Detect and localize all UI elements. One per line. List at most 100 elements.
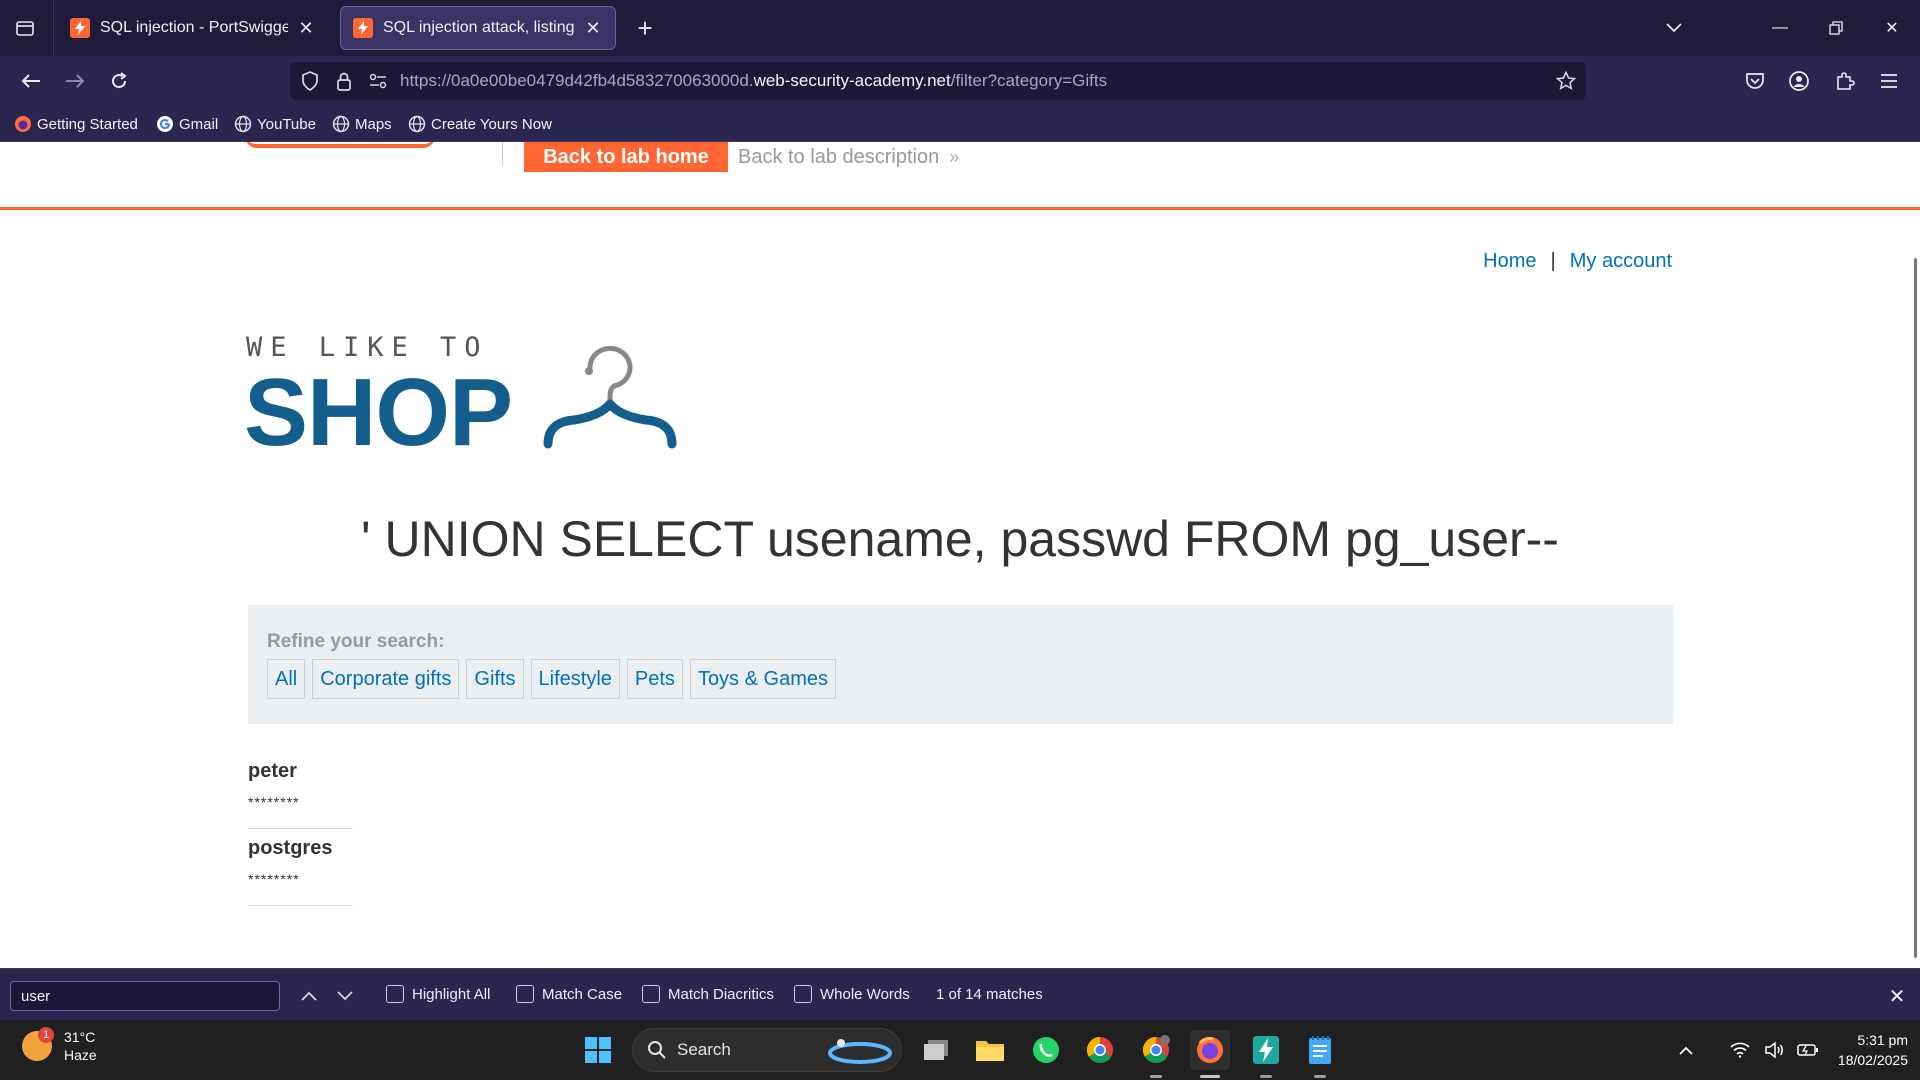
bookmark-gmail[interactable]: Gmail — [156, 112, 218, 136]
chevron-down-icon — [337, 991, 353, 1001]
globe-icon — [408, 115, 426, 133]
volume-icon[interactable] — [1760, 1036, 1788, 1064]
highlight-all-checkbox[interactable]: Highlight All — [386, 985, 490, 1003]
active-indicator — [1200, 1075, 1220, 1078]
chrome-icon — [1086, 1036, 1113, 1064]
shop-logo[interactable]: WE LIKE TO SHOP — [244, 332, 686, 466]
filter-gifts[interactable]: Gifts — [466, 659, 524, 699]
minimize-button[interactable]: — — [1752, 0, 1808, 56]
whatsapp-button[interactable] — [1026, 1030, 1066, 1070]
chevron-up-icon — [301, 991, 317, 1001]
option-label: Highlight All — [412, 985, 491, 1003]
back-to-lab-home-button[interactable]: Back to lab home — [524, 142, 728, 172]
taskbar-search[interactable]: Search — [632, 1028, 902, 1072]
back-to-lab-description-link[interactable]: Back to lab description » — [738, 143, 959, 171]
pocket-button[interactable] — [1738, 64, 1772, 98]
clock[interactable]: 5:31 pm 18/02/2025 — [1808, 1030, 1908, 1070]
back-button[interactable] — [14, 64, 48, 98]
lab-header: Back to lab home Back to lab description… — [0, 142, 1920, 210]
task-view-button[interactable] — [916, 1030, 956, 1070]
chrome-button[interactable] — [1080, 1030, 1120, 1070]
bookmark-star-icon[interactable] — [1554, 69, 1578, 93]
results-list: peter ******** postgres ******** — [248, 752, 353, 906]
extensions-button[interactable] — [1828, 64, 1862, 98]
header-divider — [502, 142, 503, 166]
clock-date: 18/02/2025 — [1837, 1052, 1908, 1068]
address-bar[interactable]: https://0a0e00be0479d42fb4d583270063000d… — [290, 62, 1586, 100]
windows-icon — [585, 1037, 611, 1063]
match-diacritics-checkbox[interactable]: Match Diacritics — [642, 985, 774, 1003]
filter-pets[interactable]: Pets — [626, 659, 683, 699]
bookmark-label: Gmail — [179, 115, 219, 133]
bookmark-label: Maps — [355, 115, 392, 133]
match-case-checkbox[interactable]: Match Case — [516, 985, 622, 1003]
taskbar: 1 31°C Haze Search 5:31 pm 18/02/2025 — [0, 1020, 1920, 1080]
result-value: ******** — [248, 871, 300, 887]
close-tab-icon[interactable]: ✕ — [583, 18, 603, 39]
filter-corporate-gifts[interactable]: Corporate gifts — [312, 659, 460, 699]
folder-icon — [976, 1041, 1004, 1061]
my-account-link[interactable]: My account — [1570, 250, 1672, 273]
tab-sql-injection-attack[interactable]: SQL injection attack, listing the ✕ — [340, 6, 616, 50]
close-find-bar-button[interactable]: ✕ — [1882, 981, 1912, 1011]
url-text[interactable]: https://0a0e00be0479d42fb4d583270063000d… — [400, 71, 1107, 91]
weather-widget[interactable]: 1 31°C Haze — [22, 1027, 97, 1064]
whole-words-checkbox[interactable]: Whole Words — [794, 985, 910, 1003]
find-previous-button[interactable] — [296, 983, 322, 1009]
find-next-button[interactable] — [332, 983, 358, 1009]
chrome-profile-button[interactable] — [1136, 1030, 1176, 1070]
home-link[interactable]: Home — [1483, 250, 1536, 273]
bookmark-label: Create Yours Now — [431, 115, 552, 133]
google-icon — [156, 115, 174, 133]
close-tab-icon[interactable]: ✕ — [296, 18, 316, 39]
firefox-view-button[interactable] — [8, 12, 42, 44]
show-hidden-icons-button[interactable] — [1672, 1036, 1700, 1064]
bookmark-maps[interactable]: Maps — [332, 112, 392, 136]
hanger-icon — [543, 345, 677, 449]
permissions-icon[interactable] — [366, 69, 390, 93]
filter-lifestyle[interactable]: Lifestyle — [530, 659, 620, 699]
wifi-icon[interactable] — [1726, 1036, 1754, 1064]
file-explorer-button[interactable] — [970, 1030, 1010, 1070]
weather-condition: Haze — [64, 1047, 97, 1063]
reload-icon — [112, 72, 127, 89]
lock-icon[interactable] — [332, 69, 356, 93]
menu-button[interactable] — [1872, 64, 1906, 98]
firefox-icon — [1197, 1037, 1223, 1063]
page-scrollbar[interactable] — [1914, 258, 1917, 958]
list-all-tabs-button[interactable] — [1660, 14, 1688, 42]
notification-badge: 1 — [38, 1027, 54, 1043]
notepad-button[interactable] — [1300, 1030, 1340, 1070]
tab-separator — [53, 0, 54, 56]
close-window-button[interactable]: ✕ — [1864, 0, 1920, 56]
bookmark-create-yours-now[interactable]: Create Yours Now — [408, 112, 552, 136]
filter-toys-games[interactable]: Toys & Games — [689, 659, 836, 699]
checkbox-box[interactable] — [794, 985, 812, 1003]
bookmark-youtube[interactable]: YouTube — [234, 112, 316, 136]
navigation-toolbar: https://0a0e00be0479d42fb4d583270063000d… — [0, 56, 1920, 106]
bookmark-getting-started[interactable]: Getting Started — [14, 112, 138, 136]
tab-sql-injection[interactable]: SQL injection - PortSwigger ✕ — [58, 6, 328, 50]
checkbox-box[interactable] — [516, 985, 534, 1003]
burp-suite-button[interactable] — [1246, 1030, 1286, 1070]
pocket-icon — [1746, 73, 1764, 89]
checkbox-box[interactable] — [642, 985, 660, 1003]
start-button[interactable] — [578, 1030, 618, 1070]
find-input[interactable] — [10, 981, 280, 1011]
checkbox-box[interactable] — [386, 985, 404, 1003]
clock-time: 5:31 pm — [1857, 1032, 1908, 1048]
new-tab-button[interactable]: + — [630, 10, 660, 46]
shield-icon[interactable] — [298, 69, 322, 93]
account-button[interactable] — [1782, 64, 1816, 98]
forward-arrow-icon — [66, 74, 85, 88]
refine-search-panel: Refine your search: All Corporate gifts … — [248, 605, 1673, 724]
restore-button[interactable] — [1808, 0, 1864, 56]
account-icon — [1789, 71, 1809, 91]
filter-all[interactable]: All — [267, 659, 306, 699]
refine-label: Refine your search: — [267, 631, 445, 652]
search-heading: ' UNION SELECT usename, passwd FROM pg_u… — [361, 511, 1559, 567]
whatsapp-icon — [1033, 1037, 1059, 1063]
firefox-button[interactable] — [1190, 1030, 1230, 1070]
reload-button[interactable] — [102, 64, 136, 98]
forward-button[interactable] — [58, 64, 92, 98]
